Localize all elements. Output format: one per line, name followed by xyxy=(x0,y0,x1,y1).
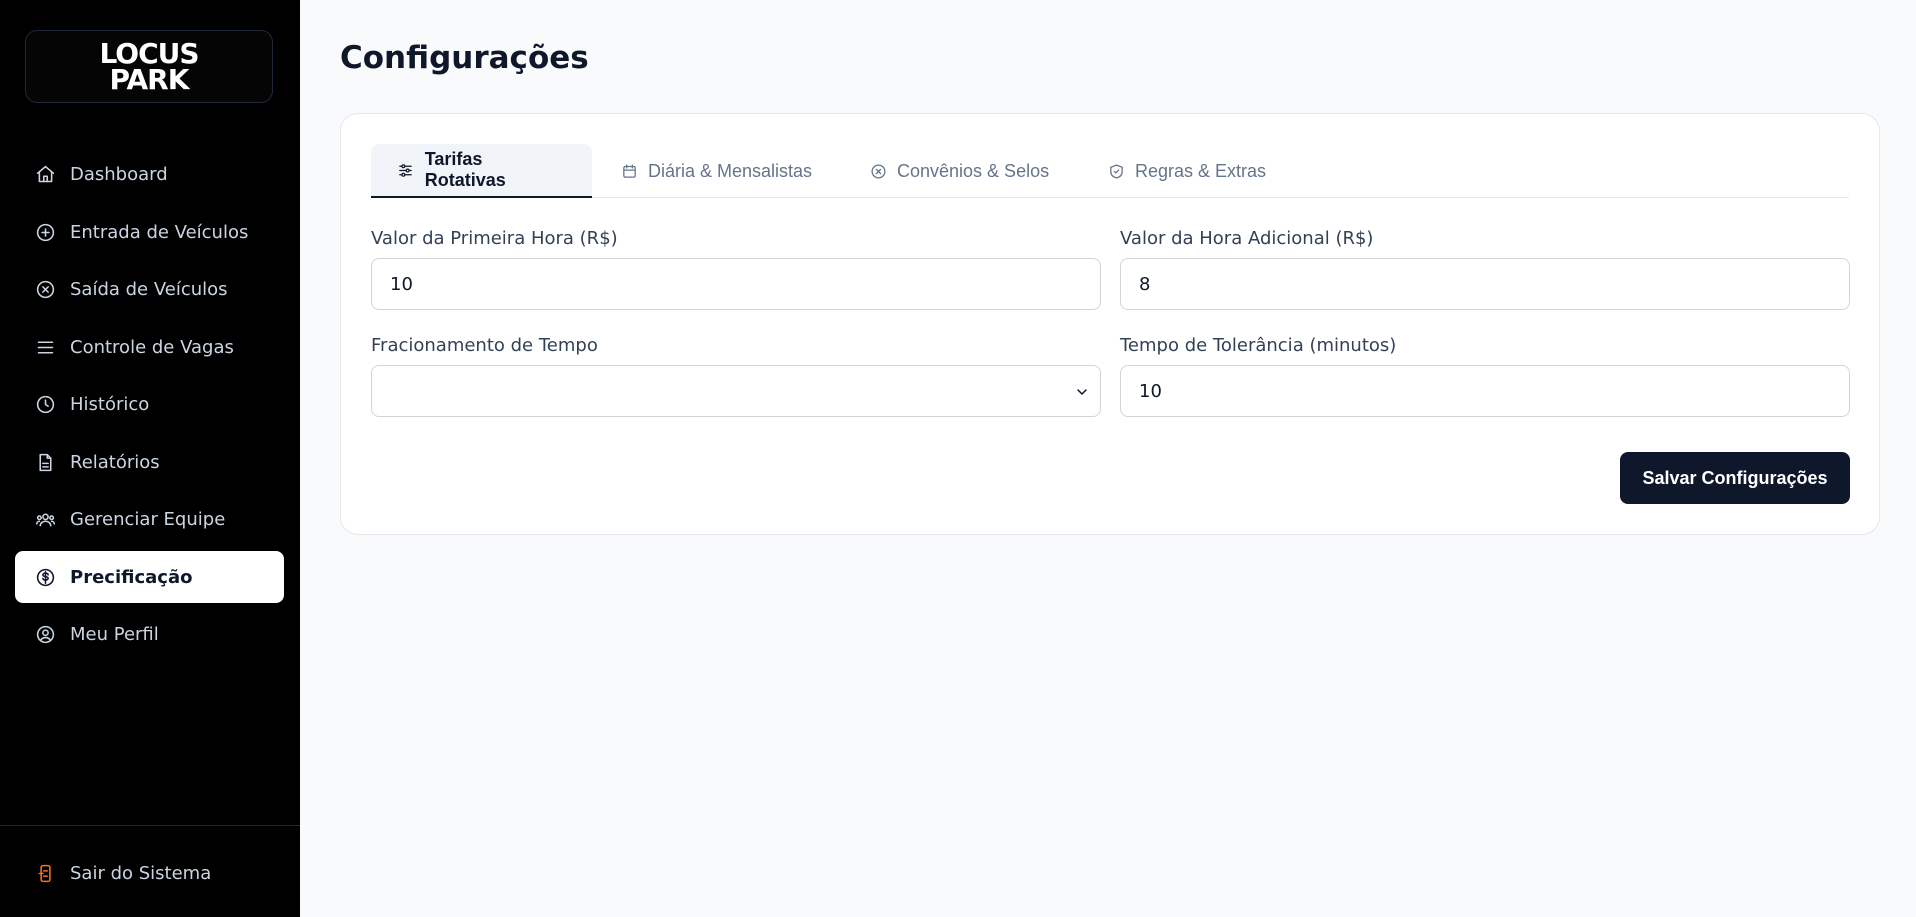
additional-hour-label: Valor da Hora Adicional (R$) xyxy=(1120,228,1374,249)
fraction-label: Fracionamento de Tempo xyxy=(371,335,598,356)
user-circle-icon xyxy=(34,623,56,645)
sidebar-item-label: Gerenciar Equipe xyxy=(70,508,226,530)
tolerance-label: Tempo de Tolerância (minutos) xyxy=(1120,335,1397,356)
sidebar-item-saida[interactable]: Saída de Veículos xyxy=(15,263,284,315)
menu-icon xyxy=(34,336,56,358)
first-hour-label: Valor da Primeira Hora (R$) xyxy=(371,228,618,249)
sidebar-item-precificacao[interactable]: Precificação xyxy=(15,551,284,603)
sidebar-item-relatorios[interactable]: Relatórios xyxy=(15,436,284,488)
sidebar-item-perfil[interactable]: Meu Perfil xyxy=(15,608,284,660)
logo-line2: PARK xyxy=(109,62,190,96)
sidebar-item-label: Precificação xyxy=(70,566,193,588)
sliders-icon xyxy=(397,161,415,179)
x-circle-icon xyxy=(34,278,56,300)
users-icon xyxy=(34,508,56,530)
sidebar-item-label: Meu Perfil xyxy=(70,623,159,645)
logo[interactable]: LOCUS PARK xyxy=(25,30,273,103)
tab-diaria-mensalistas[interactable]: Diária & Mensalistas xyxy=(594,144,838,198)
sidebar-item-label: Saída de Veículos xyxy=(70,278,228,300)
page-title: Configurações xyxy=(340,40,589,76)
file-text-icon xyxy=(34,451,56,473)
tolerance-input[interactable] xyxy=(1120,365,1850,417)
tab-label: Diária & Mensalistas xyxy=(648,160,813,181)
tab-label: Regras & Extras xyxy=(1135,160,1267,181)
sidebar-item-vagas[interactable]: Controle de Vagas xyxy=(15,321,284,373)
sidebar-item-dashboard[interactable]: Dashboard xyxy=(15,148,284,200)
clock-icon xyxy=(34,393,56,415)
tab-label: Tarifas Rotativas xyxy=(424,149,506,190)
sidebar-item-label: Controle de Vagas xyxy=(70,336,234,358)
tab-tarifas-rotativas[interactable]: Tarifas Rotativas xyxy=(371,144,592,198)
sidebar-item-historico[interactable]: Histórico xyxy=(15,378,284,430)
sidebar-item-label: Histórico xyxy=(70,393,150,415)
additional-hour-input[interactable] xyxy=(1120,258,1850,310)
sidebar-item-equipe[interactable]: Gerenciar Equipe xyxy=(15,493,284,545)
save-settings-button[interactable]: Salvar Configurações xyxy=(1620,452,1850,504)
logout-button[interactable]: Sair do Sistema xyxy=(15,847,284,899)
chevron-down-icon xyxy=(1074,384,1090,400)
settings-card: Tarifas Rotativas Diária & Mensalistas C… xyxy=(340,113,1880,535)
sidebar-divider xyxy=(0,825,300,826)
plus-circle-icon xyxy=(34,221,56,243)
sidebar-item-label: Entrada de Veículos xyxy=(70,221,249,243)
tab-convenios-selos[interactable]: Convênios & Selos xyxy=(843,144,1075,198)
shield-check-icon xyxy=(1107,162,1125,180)
calendar-icon xyxy=(620,162,638,180)
settings-tabs: Tarifas Rotativas Diária & Mensalistas C… xyxy=(371,144,1849,198)
tab-regras-extras[interactable]: Regras & Extras xyxy=(1081,144,1292,198)
logout-label: Sair do Sistema xyxy=(70,862,212,884)
tab-label: Convênios & Selos xyxy=(897,160,1050,181)
sidebar: LOCUS PARK Dashboard Entrada de Veículos… xyxy=(0,0,300,917)
logout-icon xyxy=(34,862,56,884)
home-icon xyxy=(34,163,56,185)
dollar-circle-icon xyxy=(34,566,56,588)
fraction-select[interactable] xyxy=(371,365,1101,417)
sidebar-item-label: Relatórios xyxy=(70,451,160,473)
first-hour-input[interactable] xyxy=(371,258,1101,310)
sidebar-item-label: Dashboard xyxy=(70,163,168,185)
x-circle-icon xyxy=(869,162,887,180)
sidebar-item-entrada[interactable]: Entrada de Veículos xyxy=(15,206,284,258)
